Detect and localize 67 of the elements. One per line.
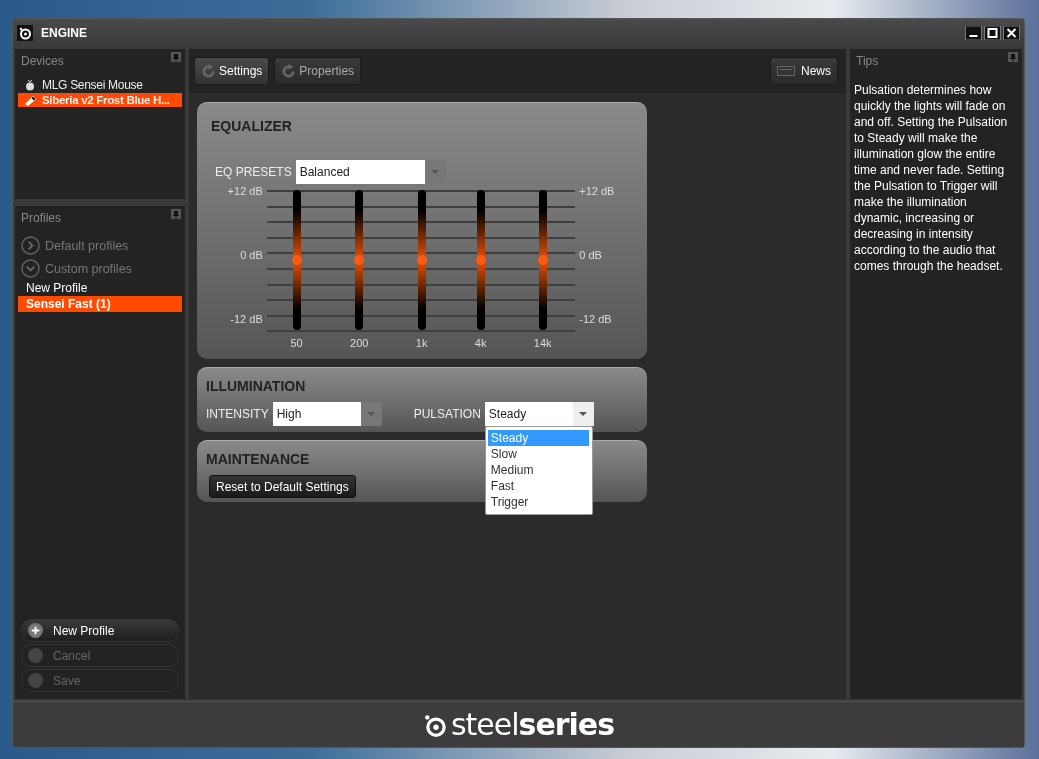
profile-action-button[interactable]: New Profile [21, 619, 179, 642]
intensity-dropdown[interactable]: High [272, 402, 382, 426]
frequency-label: 14k [533, 337, 552, 349]
usb-stick-icon [24, 94, 36, 106]
device-item[interactable]: MLG Sensei Mouse [18, 77, 182, 93]
refresh-icon [201, 63, 216, 79]
tips-text: Pulsation determines how quickly the lights will fade on and off. Setting the Pulsation to Steady will make the illumination glow the entire time and never fade. Setting the Pulsation to Trigger will make the illumination dynamic, increasing or decreasing in intensity according to the audio that comes through the headset. [853, 82, 1009, 274]
slider-track[interactable] [538, 190, 547, 330]
slider-thumb[interactable] [475, 255, 486, 265]
minimize-icon[interactable] [965, 26, 982, 40]
dropdown-option[interactable]: Fast [487, 478, 589, 494]
window-title: ENGINE [41, 26, 87, 40]
refresh-icon [281, 63, 297, 79]
caret-icon [431, 170, 440, 174]
section-title: ILLUMINATION [206, 377, 306, 394]
caret-icon [579, 412, 588, 416]
dropdown-option[interactable]: Medium [487, 462, 589, 478]
slider-thumb[interactable] [416, 255, 427, 265]
toolbar-tab[interactable]: Settings [194, 57, 270, 85]
field-label: PULSATION [413, 407, 481, 421]
slider-thumb[interactable] [354, 255, 365, 265]
dropdown-option[interactable]: Trigger [487, 494, 589, 510]
dropdown-option[interactable]: Slow [487, 446, 589, 462]
caret-icon [367, 412, 376, 416]
panel-title: Tips [856, 54, 879, 68]
profile-item[interactable]: New Profile [18, 280, 182, 296]
frequency-label: 1k [415, 337, 428, 349]
reset-button[interactable]: Reset to Default Settings [209, 475, 356, 498]
slider-track[interactable] [417, 190, 426, 330]
profile-group[interactable]: Default profiles [15, 234, 185, 257]
frequency-label: 200 [350, 337, 369, 349]
scale-label: 0 dB [240, 249, 263, 261]
frequency-label: 4k [474, 337, 487, 349]
maximize-icon[interactable] [984, 26, 1001, 40]
circle-icon [28, 648, 43, 663]
pulsation-dropdown[interactable]: Steady [484, 402, 594, 426]
profile-group[interactable]: Custom profiles [15, 257, 185, 280]
section-title: EQUALIZER [211, 117, 292, 134]
panel-title: Profiles [21, 211, 61, 225]
pin-icon[interactable] [1008, 52, 1018, 62]
slider-track[interactable] [476, 190, 485, 330]
logo-icon [17, 25, 33, 41]
pin-icon[interactable] [171, 209, 181, 219]
close-icon[interactable] [1003, 26, 1020, 40]
preset-dropdown[interactable]: Balanced [295, 160, 446, 184]
news-button[interactable]: News [770, 57, 838, 85]
section-title: MAINTENANCE [206, 450, 310, 467]
brand-logo-text: steelseries [450, 707, 615, 742]
field-label: EQ PRESETS [215, 165, 292, 179]
toolbar-tab[interactable]: Properties [274, 57, 362, 85]
scale-label: -12 dB [579, 313, 612, 325]
scale-label: 0 dB [579, 249, 602, 261]
circle-icon [28, 673, 43, 688]
plus-icon [28, 623, 43, 638]
scale-label: +12 dB [579, 185, 615, 197]
slider-thumb[interactable] [291, 255, 302, 265]
mouse-icon [24, 79, 36, 91]
slider-track[interactable] [292, 190, 301, 330]
scale-label: +12 dB [227, 185, 263, 197]
field-label: INTENSITY [206, 407, 269, 421]
panel-title: Devices [21, 54, 64, 68]
slider-track[interactable] [355, 190, 364, 330]
frequency-label: 50 [290, 337, 303, 349]
slider-thumb[interactable] [537, 255, 548, 265]
pin-icon[interactable] [171, 52, 181, 62]
screen-icon [777, 66, 795, 76]
scale-label: -12 dB [230, 313, 263, 325]
